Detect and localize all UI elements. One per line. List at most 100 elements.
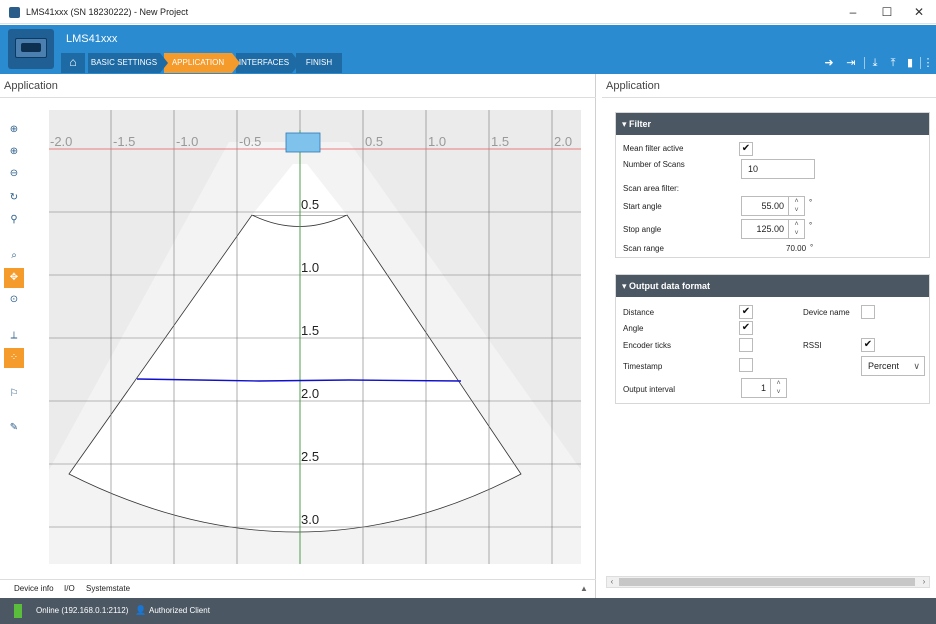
zoom-out-icon[interactable]: ⊖ xyxy=(4,164,24,184)
encoder-ticks-label: Encoder ticks xyxy=(623,341,672,350)
scroll-thumb[interactable] xyxy=(619,578,915,586)
connection-status: Online (192.168.0.1:2112) xyxy=(36,606,129,615)
encoder-ticks-checkbox[interactable] xyxy=(739,338,753,352)
sensor-marker xyxy=(285,132,321,153)
scroll-left-icon[interactable]: ‹ xyxy=(607,577,617,587)
filter-header[interactable]: ▾ Filter xyxy=(616,113,929,135)
stop-angle-spinner[interactable]: ˄ ˅ xyxy=(789,219,805,239)
measure-icon[interactable]: ⟂ xyxy=(4,326,24,346)
app-window: LMS41xxx (SN 18230222) - New Project – ☐… xyxy=(0,0,936,624)
stop-angle-unit: ° xyxy=(809,221,813,230)
scan-range-label: Scan range xyxy=(623,244,664,253)
rotate-icon[interactable]: ↻ xyxy=(4,188,24,208)
left-pane-title: Application xyxy=(0,74,596,98)
reset-view-icon[interactable]: ⊙ xyxy=(4,290,24,310)
horizontal-scrollbar[interactable]: ‹ › xyxy=(606,576,930,588)
x-tick-label: -1.0 xyxy=(176,134,198,149)
scan-area-label: Scan area filter: xyxy=(623,184,680,193)
output-interval-input[interactable]: 1 xyxy=(741,378,771,398)
right-pane-title: Application xyxy=(602,74,936,98)
pan-icon[interactable]: ✥ xyxy=(4,268,24,288)
home-icon: ⌂ xyxy=(69,55,77,69)
scan-range-unit: ° xyxy=(810,243,814,252)
breadcrumb-label: FINISH xyxy=(305,58,333,67)
bottom-tabs: Device info I/O Systemstate ▲ xyxy=(0,579,596,597)
y-tick-label: 1.0 xyxy=(301,260,319,275)
num-scans-input[interactable]: 10 xyxy=(741,159,815,179)
status-bar: Online (192.168.0.1:2112) 👤 Authorized C… xyxy=(0,598,936,624)
x-tick-label: 0.5 xyxy=(365,134,383,149)
title-bar: LMS41xxx (SN 18230222) - New Project – ☐… xyxy=(0,0,936,24)
breadcrumb-label: APPLICATION xyxy=(171,58,225,67)
start-angle-input[interactable]: 55.00 xyxy=(741,196,789,216)
chevron-down-icon: ∨ xyxy=(913,361,920,371)
search-icon[interactable]: ⌕ xyxy=(4,246,24,266)
app-header: LMS41xxx ⌂ BASIC SETTINGS APPLICATION IN… xyxy=(0,25,936,74)
y-tick-label: 3.0 xyxy=(301,512,319,527)
zoom-in-icon[interactable]: ⊕ xyxy=(4,142,24,162)
teach-icon[interactable]: ⚐ xyxy=(4,384,24,404)
output-interval-spinner[interactable]: ˄ ˅ xyxy=(771,378,787,398)
start-angle-spinner[interactable]: ˄ ˅ xyxy=(789,196,805,216)
login-icon[interactable]: ➜ xyxy=(822,57,836,69)
device-icon[interactable]: ▮ xyxy=(903,57,917,69)
window-title: LMS41xxx (SN 18230222) - New Project xyxy=(26,7,189,17)
scan-plot-svg: -2.0-1.5-1.0-0.50.00.51.01.52.0 0.51.01.… xyxy=(49,110,581,564)
zoom-in-icon[interactable]: ⊕ xyxy=(4,120,24,140)
device-name-label: Device name xyxy=(803,308,850,317)
app-icon xyxy=(9,7,20,18)
scan-plot[interactable]: -2.0-1.5-1.0-0.50.00.51.01.52.0 0.51.01.… xyxy=(49,110,581,564)
tab-io[interactable]: I/O xyxy=(64,584,75,593)
tab-device-info[interactable]: Device info xyxy=(14,584,54,593)
device-image xyxy=(8,29,54,69)
maximize-button[interactable]: ☐ xyxy=(870,3,904,21)
scan-range-value: 70.00 xyxy=(786,244,807,253)
y-tick-label: 1.5 xyxy=(301,323,319,338)
rssi-unit-select[interactable]: Percent ∨ xyxy=(861,356,925,376)
x-tick-label: 2.0 xyxy=(554,134,572,149)
rssi-unit-value: Percent xyxy=(868,361,900,371)
mean-filter-checkbox[interactable]: ✔ xyxy=(739,142,753,156)
stop-angle-input[interactable]: 125.00 xyxy=(741,219,789,239)
stop-angle-label: Stop angle xyxy=(623,225,662,234)
points-icon[interactable]: ⁘ xyxy=(4,348,24,368)
y-tick-label: 0.5 xyxy=(301,197,319,212)
view-icon[interactable]: ⚲ xyxy=(4,210,24,230)
angle-checkbox[interactable]: ✔ xyxy=(739,321,753,335)
y-tick-label: 2.0 xyxy=(301,386,319,401)
download-icon[interactable]: ⤓ xyxy=(868,57,882,69)
wrench-icon[interactable]: ✎ xyxy=(4,418,24,438)
timestamp-checkbox[interactable] xyxy=(739,358,753,372)
rssi-label: RSSI xyxy=(803,341,822,350)
connection-status-icon xyxy=(14,604,22,618)
close-button[interactable]: ✕ xyxy=(902,3,936,21)
user-icon: 👤 xyxy=(135,605,147,615)
breadcrumb-application[interactable]: APPLICATION xyxy=(164,53,240,73)
more-icon[interactable]: ⋮ xyxy=(921,57,935,69)
minimize-button[interactable]: – xyxy=(836,3,870,21)
output-format-header[interactable]: ▾ Output data format xyxy=(616,275,929,297)
breadcrumb-basic-settings[interactable]: BASIC SETTINGS xyxy=(88,53,168,73)
breadcrumb-label: BASIC SETTINGS xyxy=(90,58,158,67)
start-angle-label: Start angle xyxy=(623,202,662,211)
tab-systemstate[interactable]: Systemstate xyxy=(86,584,130,593)
angle-label: Angle xyxy=(623,324,644,333)
x-tick-label: -1.5 xyxy=(113,134,135,149)
output-interval-label: Output interval xyxy=(623,385,676,394)
collapse-icon[interactable]: ▲ xyxy=(580,584,588,593)
user-level: Authorized Client xyxy=(149,606,210,615)
num-scans-label: Number of Scans xyxy=(623,160,685,169)
start-angle-unit: ° xyxy=(809,198,813,207)
scroll-right-icon[interactable]: › xyxy=(919,577,929,587)
breadcrumb-interfaces[interactable]: INTERFACES xyxy=(236,53,300,73)
timestamp-label: Timestamp xyxy=(623,362,663,371)
rssi-checkbox[interactable]: ✔ xyxy=(861,338,875,352)
logout-icon[interactable]: ⇥ xyxy=(844,57,858,69)
device-name-checkbox[interactable] xyxy=(861,305,875,319)
upload-icon[interactable]: ⤒ xyxy=(886,57,900,69)
mean-filter-label: Mean filter active xyxy=(623,144,684,153)
breadcrumb-label: INTERFACES xyxy=(238,58,290,67)
home-button[interactable]: ⌂ xyxy=(61,53,85,73)
breadcrumb-finish[interactable]: FINISH xyxy=(296,53,342,73)
distance-checkbox[interactable]: ✔ xyxy=(739,305,753,319)
